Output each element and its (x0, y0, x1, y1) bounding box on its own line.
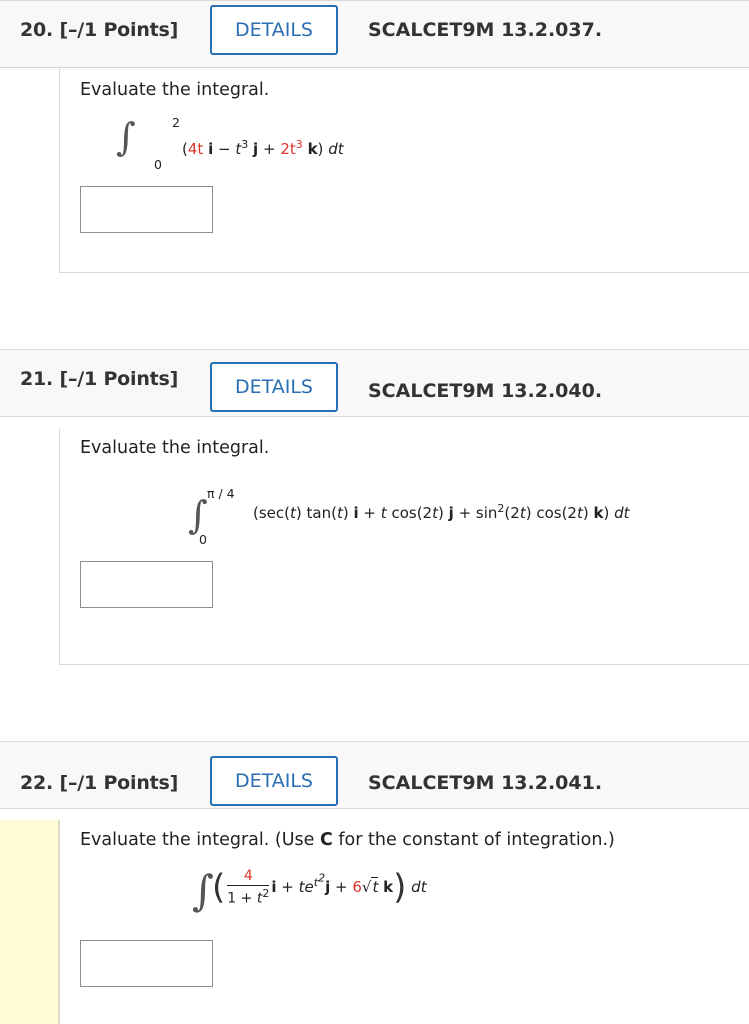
question-prompt-22: Evaluate the integral. (Use C for the co… (80, 830, 615, 850)
answer-input-20[interactable] (80, 186, 213, 233)
integral-sign: ∫ (188, 493, 208, 537)
question-code-21: SCALCET9M 13.2.040. (368, 380, 603, 402)
question-header-22: 22. [–/1 Points] DETAILS SCALCET9M 13.2.… (0, 741, 749, 809)
question-header-20: 20. [–/1 Points] DETAILS SCALCET9M 13.2.… (0, 0, 749, 68)
upper-limit: π / 4 (207, 486, 235, 501)
integrand-22: (4 1 + t2 i + tet2j + 6√t k) dt (212, 867, 427, 908)
lower-limit: 0 (199, 532, 207, 547)
integral-sign: ∫ (192, 866, 214, 915)
lower-limit: 0 (154, 157, 162, 172)
active-question-indicator (0, 820, 59, 1024)
question-title-21: 21. [–/1 Points] (20, 368, 179, 390)
details-button-22[interactable]: DETAILS (210, 756, 338, 806)
details-button-20[interactable]: DETAILS (210, 5, 338, 55)
question-body-22: Evaluate the integral. (Use C for the co… (59, 820, 749, 1024)
answer-input-22[interactable] (80, 940, 213, 987)
question-body-21: Evaluate the integral. ∫ π / 4 0 (sec(t)… (59, 428, 749, 665)
question-code-20: SCALCET9M 13.2.037. (368, 19, 603, 41)
details-button-21[interactable]: DETAILS (210, 362, 338, 412)
answer-input-21[interactable] (80, 561, 213, 608)
question-header-21: 21. [–/1 Points] DETAILS SCALCET9M 13.2.… (0, 349, 749, 417)
question-code-22: SCALCET9M 13.2.041. (368, 772, 603, 794)
question-title-20: 20. [–/1 Points] (20, 19, 179, 41)
upper-limit: 2 (172, 115, 180, 130)
integral-sign: ∫ (116, 115, 136, 159)
question-title-22: 22. [–/1 Points] (20, 772, 179, 794)
question-prompt-20: Evaluate the integral. (80, 80, 270, 100)
question-prompt-21: Evaluate the integral. (80, 438, 270, 458)
integrand-20: (4t i − t3 j + 2t3 k) dt (182, 138, 344, 158)
question-body-20: Evaluate the integral. ∫ 2 0 (4t i − t3 … (59, 68, 749, 273)
integrand-21: (sec(t) tan(t) i + t cos(2t) j + sin2(2t… (253, 502, 630, 522)
